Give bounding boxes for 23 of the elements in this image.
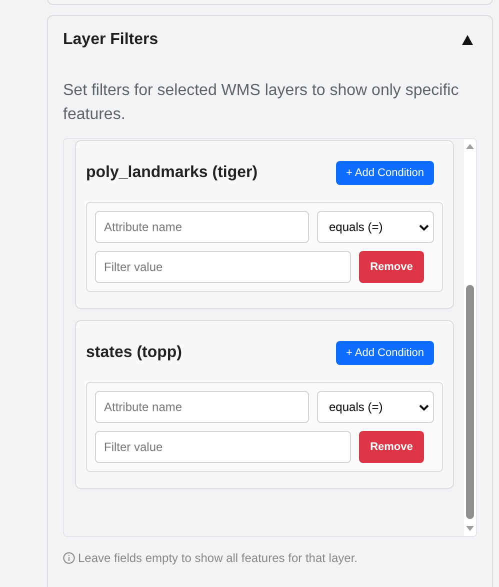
scroll-down-icon[interactable]: [466, 526, 474, 531]
operator-dropdown[interactable]: equals (=): [317, 211, 434, 243]
add-condition-button[interactable]: + Add Condition: [336, 341, 434, 365]
scrollbar[interactable]: [464, 139, 476, 536]
operator-dropdown[interactable]: equals (=): [317, 391, 434, 423]
info-icon: [63, 552, 75, 564]
layer-name: states (topp): [86, 343, 182, 363]
remove-button[interactable]: Remove: [359, 251, 424, 283]
scroll-up-icon[interactable]: [466, 144, 474, 149]
panel-title: Layer Filters: [63, 30, 158, 50]
filter-value-field[interactable]: Filter value: [95, 251, 351, 283]
collapse-toggle[interactable]: [460, 34, 474, 46]
panel-description: Set filters for selected WMS layers to show only specific features.: [63, 81, 460, 125]
remove-button[interactable]: Remove: [359, 431, 424, 463]
attribute-field[interactable]: Attribute name: [95, 391, 309, 423]
chevron-down-icon: [419, 224, 429, 230]
hint-text: Leave fields empty to show all features for that layer.: [78, 550, 358, 567]
chevron-down-icon: [419, 404, 429, 410]
filter-value-field[interactable]: Filter value: [95, 431, 351, 463]
scrollbar-thumb[interactable]: [466, 285, 474, 519]
layer-name: poly_landmarks (tiger): [86, 163, 258, 183]
add-condition-button[interactable]: + Add Condition: [336, 161, 434, 185]
attribute-field[interactable]: Attribute name: [95, 211, 309, 243]
